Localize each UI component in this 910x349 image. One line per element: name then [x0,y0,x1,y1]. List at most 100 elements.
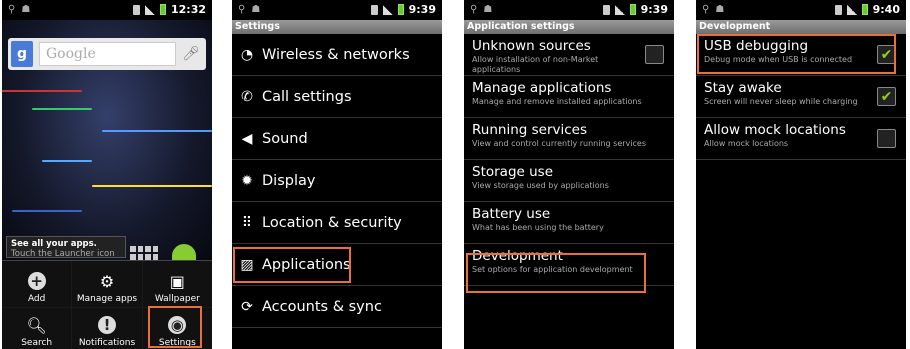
location-grid-icon: ⠿ [241,214,253,231]
menu-label: Search [21,338,53,348]
signal-icon [846,4,857,15]
screen-title: Settings [232,20,442,34]
settings-item-location[interactable]: ⠿ Location & security [232,202,442,244]
item-label: Sound [262,130,308,147]
item-subtitle: Allow installation of non-Market applica… [472,55,599,74]
speaker-icon: ◀ [241,130,253,147]
status-time: 9:39 [640,3,668,16]
item-title: Manage applications [472,80,612,96]
wallpaper-icon: ▣ [169,271,185,291]
battery-icon [159,4,166,15]
sync-icon: ⟳ [241,298,253,315]
development-highlight [466,253,646,293]
item-label: Wireless & networks [262,46,410,63]
screen-title: Development [696,20,906,34]
app-setting-storage-use[interactable]: Storage use View storage used by applica… [464,160,674,202]
item-subtitle: Allow mock locations [704,139,789,148]
settings-item-sound[interactable]: ◀ Sound [232,118,442,160]
status-bar: ⚲ ☗ 12:32 [2,0,212,20]
development-screen: ⚲ ☗ 9:40 Development USB debugging Debug … [696,0,906,349]
status-bar: ⚲ ☗ 9:39 [232,0,442,20]
manage-apps-icon: ⚙ [99,271,115,291]
app-setting-running-services[interactable]: Running services View and control curren… [464,118,674,160]
hint-subtitle: Touch the Launcher icon [11,249,115,258]
android-debug-icon: ☗ [715,4,725,15]
app-setting-unknown-sources[interactable]: Unknown sources Allow installation of no… [464,34,674,76]
android-debug-icon: ☗ [483,4,493,15]
settings-screen: ⚲ ☗ 9:39 Settings ◔ Wireless & networks ✆ C… [232,0,442,349]
application-settings-screen: ⚲ ☗ 9:39 Application settings Unknown sou… [464,0,674,349]
status-bar: ⚲ ☗ 9:40 [696,0,906,20]
battery-icon [397,4,404,15]
plus-icon: + [27,271,47,291]
google-search-widget[interactable]: g Google 🎤︎ [8,38,206,70]
item-title: Battery use [472,206,551,222]
settings-item-accounts[interactable]: ⟳ Accounts & sync [232,286,442,328]
mock-locations-checkbox[interactable] [877,129,896,148]
display-icon: ✹ [241,172,253,189]
menu-label: Add [27,294,46,304]
sd-card-icon [834,4,842,15]
phone-icon: ✆ [241,88,253,105]
item-title: Running services [472,122,588,138]
google-logo-icon: g [11,41,33,67]
item-label: Display [262,172,316,189]
item-title: Stay awake [704,80,782,96]
item-title: Allow mock locations [704,122,846,138]
battery-icon [629,4,636,15]
usb-icon: ⚲ [702,4,710,15]
item-title: Storage use [472,164,554,180]
app-setting-battery-use[interactable]: Battery use What has been using the batt… [464,202,674,244]
settings-item-display[interactable]: ✹ Display [232,160,442,202]
usb-icon: ⚲ [238,4,246,15]
menu-wallpaper[interactable]: ▣ Wallpaper [142,261,212,307]
settings-item-call[interactable]: ✆ Call settings [232,76,442,118]
wifi-icon: ◔ [240,46,254,63]
item-label: Accounts & sync [262,298,382,315]
dev-setting-stay-awake[interactable]: Stay awake Screen will never sleep while… [696,76,906,118]
screen-title: Application settings [464,20,674,34]
google-search-input[interactable]: Google [39,42,176,66]
status-bar: ⚲ ☗ 9:39 [464,0,674,20]
item-title: Unknown sources [472,38,591,54]
android-debug-icon: ☗ [251,4,261,15]
item-label: Location & security [262,214,402,231]
launcher-icon[interactable] [130,246,158,260]
menu-label: Manage apps [76,294,138,304]
menu-notifications[interactable]: ! Notifications [72,308,142,349]
dev-setting-mock-locations[interactable]: Allow mock locations Allow mock location… [696,118,906,160]
signal-icon [382,4,393,15]
usb-icon: ⚲ [8,4,16,15]
menu-search[interactable]: 🔍︎ Search [2,308,72,349]
menu-add[interactable]: + Add [2,261,72,307]
microphone-icon[interactable]: 🎤︎ [180,42,202,66]
menu-manage-apps[interactable]: ⚙ Manage apps [72,261,142,307]
settings-highlight [148,306,202,348]
status-time: 9:40 [872,3,900,16]
item-subtitle: What has been using the battery [472,223,604,232]
hint-title: See all your apps. [11,239,97,249]
item-subtitle: View storage used by applications [472,181,609,190]
item-subtitle: Screen will never sleep while charging [704,97,858,106]
status-time: 9:39 [408,3,436,16]
stay-awake-checkbox[interactable]: ✔ [877,87,896,106]
application-settings-list: Unknown sources Allow installation of no… [464,34,674,286]
home-screen: ⚲ ☗ 12:32 g Google 🎤︎ See all your apps. … [2,0,212,349]
search-icon: 🔍︎ [26,315,47,335]
status-time: 12:32 [170,3,206,16]
settings-item-wireless[interactable]: ◔ Wireless & networks [232,34,442,76]
app-setting-manage-applications[interactable]: Manage applications Manage and remove in… [464,76,674,118]
item-subtitle: Manage and remove installed applications [472,97,642,106]
battery-icon [861,4,868,15]
sd-card-icon [132,4,140,15]
sd-card-icon [370,4,378,15]
unknown-sources-checkbox[interactable] [645,45,664,64]
notifications-icon: ! [97,315,117,335]
menu-label: Wallpaper [154,294,200,304]
signal-icon [144,4,155,15]
item-label: Call settings [262,88,352,105]
usb-icon: ⚲ [470,4,478,15]
item-subtitle: View and control currently running servi… [472,139,646,148]
menu-label: Notifications [78,338,136,348]
signal-icon [614,4,625,15]
